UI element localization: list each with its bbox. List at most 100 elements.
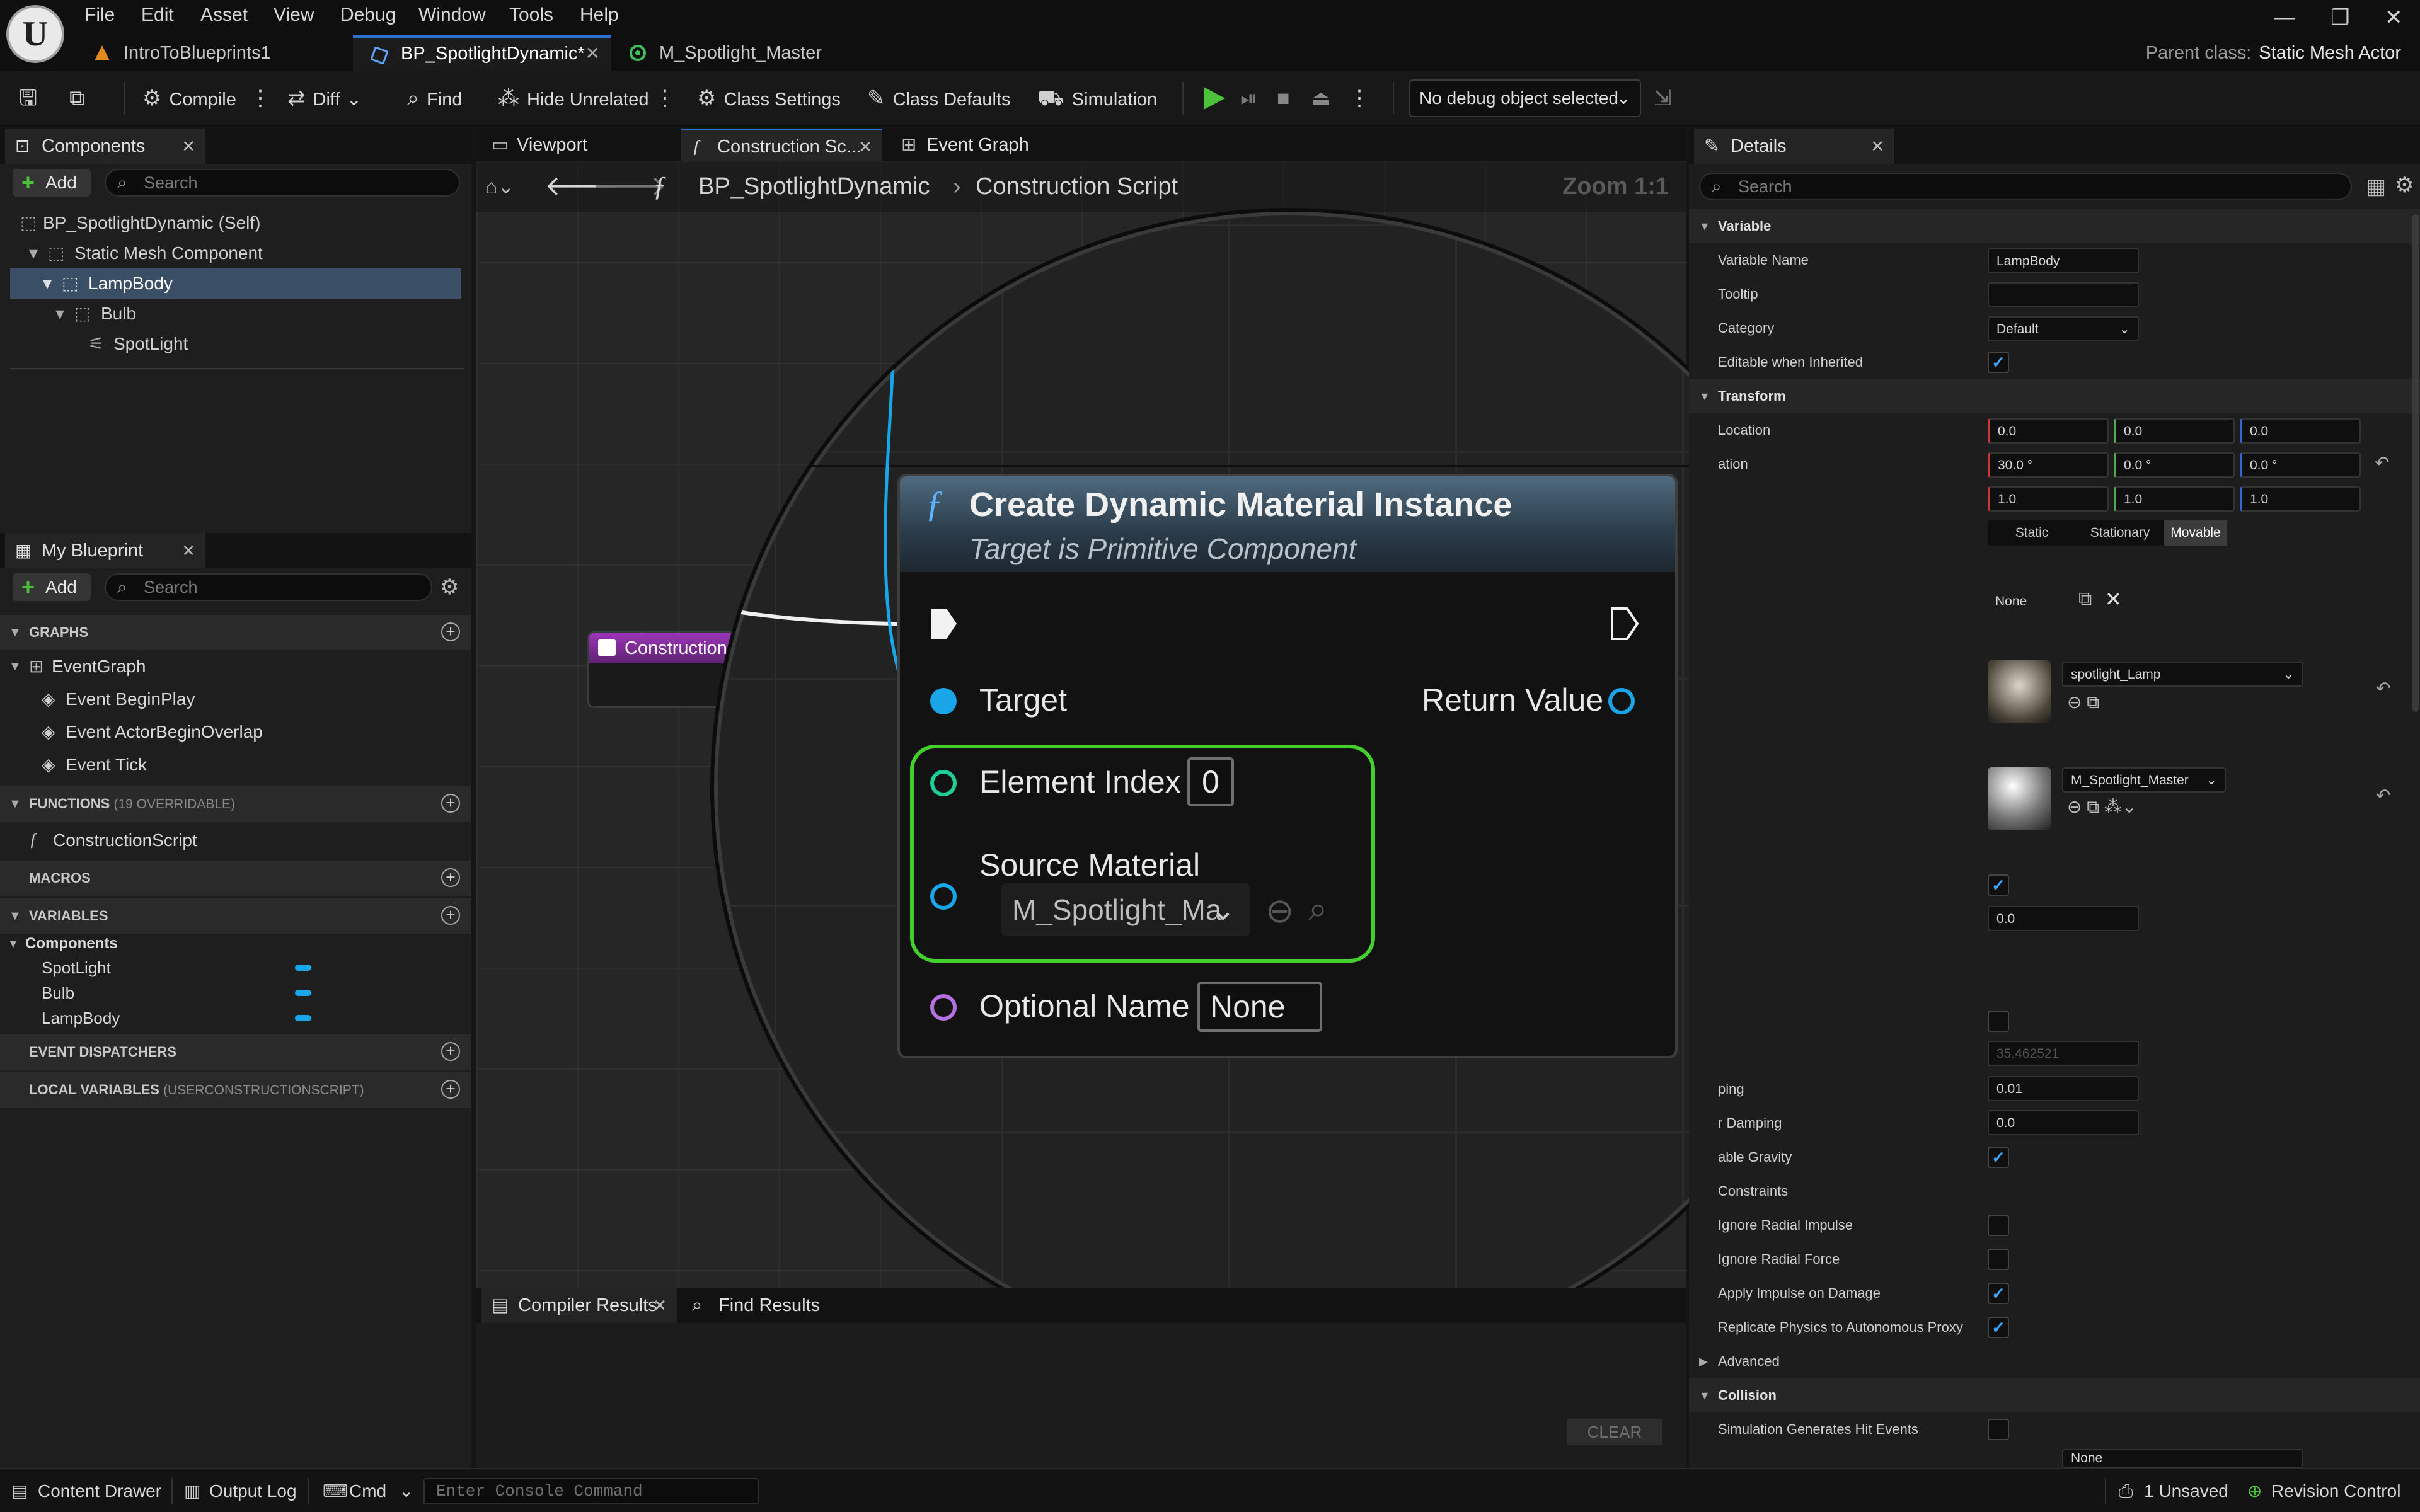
linear-damping-input[interactable]: 0.01 (1988, 1076, 2139, 1101)
ignore-radial-force-checkbox[interactable] (1988, 1249, 2009, 1270)
table-view-icon[interactable]: ▦ (2366, 174, 2386, 199)
enable-gravity-checkbox[interactable]: ✓ (1988, 1147, 2009, 1168)
list-item-eventgraph[interactable]: ▼ ⊞ EventGraph (0, 650, 471, 683)
tab-viewport[interactable]: ▭ Viewport (480, 129, 669, 161)
class-defaults-button[interactable]: ✎ Class Defaults (867, 71, 1010, 126)
tab-event-graph[interactable]: ⊞ Event Graph (890, 129, 1079, 161)
menu-help[interactable]: Help (580, 0, 619, 30)
tree-item-static-mesh-component[interactable]: ▾ ⬚ Static Mesh Component (StaticMeshCom… (10, 238, 461, 293)
browse-icon[interactable]: ⧉ (2078, 588, 2092, 610)
angular-damping-input[interactable]: 0.0 (1988, 1110, 2139, 1135)
close-tab-icon[interactable]: ✕ (182, 129, 195, 164)
tree-item-lampbody[interactable]: ▾ ⬚ LampBody (10, 268, 461, 299)
close-tab-icon[interactable]: ✕ (653, 1288, 667, 1323)
mesh-thumbnail[interactable] (1988, 660, 2051, 723)
variable-lampbody[interactable]: LampBody (0, 1005, 471, 1031)
components-search-input[interactable]: ⌕ Search (105, 169, 460, 197)
variable-bulb[interactable]: Bulb (0, 980, 471, 1005)
add-graph-icon[interactable]: + (441, 622, 460, 641)
scale-z-input[interactable]: 1.0 (2240, 486, 2361, 512)
add-macro-icon[interactable]: + (441, 868, 460, 887)
ignore-radial-impulse-checkbox[interactable] (1988, 1215, 2009, 1236)
material-thumbnail[interactable] (1988, 767, 2051, 830)
tab-my-blueprint[interactable]: ▦ My Blueprint ✕ (5, 533, 205, 568)
close-window-icon[interactable]: ✕ (2385, 5, 2403, 30)
apply-impulse-checkbox[interactable]: ✓ (1988, 1283, 2009, 1304)
mobility-static[interactable]: Static (1988, 520, 2076, 546)
menu-file[interactable]: File (84, 0, 115, 30)
tab-construction-script[interactable]: ƒ Construction Sc... ✕ (681, 129, 882, 161)
menu-debug[interactable]: Debug (340, 0, 396, 30)
replicate-physics-checkbox[interactable]: ✓ (1988, 1317, 2009, 1338)
hide-unrelated-button[interactable]: ⁂ Hide Unrelated (498, 71, 648, 126)
parent-class-value[interactable]: Static Mesh Actor (2259, 43, 2401, 63)
debug-object-select[interactable]: No debug object selected ⌄ (1409, 79, 1641, 117)
add-dispatcher-icon[interactable]: + (441, 1042, 460, 1061)
play-icon[interactable] (1197, 83, 1229, 113)
variable-category-components[interactable]: ▼ Components (0, 930, 471, 958)
variable-name-input[interactable]: LampBody (1988, 248, 2139, 273)
menu-view[interactable]: View (274, 0, 314, 30)
add-function-icon[interactable]: + (441, 794, 460, 813)
details-section-collision[interactable]: ▼ Collision (1689, 1378, 2420, 1412)
eject-icon[interactable]: ⏏ (1311, 71, 1339, 126)
close-tab-icon[interactable]: ✕ (585, 38, 600, 69)
details-scrollbar[interactable] (2412, 214, 2419, 712)
section-macros[interactable]: MACROS + (0, 861, 471, 896)
class-settings-button[interactable]: ⚙ Class Settings (697, 71, 841, 126)
physics-checkbox[interactable]: ✓ (1988, 874, 2009, 896)
add-local-variable-icon[interactable]: + (441, 1080, 460, 1099)
section-local-variables[interactable]: LOCAL VARIABLES (USERCONSTRUCTIONSCRIPT)… (0, 1072, 471, 1108)
add-member-button[interactable]: + Add (13, 573, 91, 601)
section-event-dispatchers[interactable]: EVENT DISPATCHERS + (0, 1034, 471, 1070)
compile-button[interactable]: ⚙ Compile (142, 71, 236, 126)
details-section-transform[interactable]: ▼ Transform (1689, 379, 2420, 413)
unsaved-button[interactable]: ⎙ 1 Unsaved (2119, 1469, 2228, 1512)
restore-icon[interactable]: ❐ (2331, 5, 2349, 30)
section-functions[interactable]: ▼ FUNCTIONS (19 OVERRIDABLE) + (0, 786, 471, 822)
mobility-movable[interactable]: Movable (2164, 520, 2227, 546)
menu-tools[interactable]: Tools (509, 0, 553, 30)
section-graphs[interactable]: ▼ GRAPHS + (0, 615, 471, 650)
tab-components[interactable]: ⊡ Components ✕ (5, 129, 205, 164)
add-component-button[interactable]: + Add (13, 169, 91, 197)
window-tab-introtoblueprints[interactable]: IntroToBlueprints1 (76, 35, 353, 71)
simulation-button[interactable]: ⛟ Simulation (1037, 71, 1157, 126)
window-tab-m-spotlight-master[interactable]: M_Spotlight_Master (611, 35, 876, 71)
my-blueprint-search-input[interactable]: ⌕ Search (105, 573, 432, 601)
tooltip-input[interactable] (1988, 282, 2139, 307)
tab-compiler-results[interactable]: ▤ Compiler Results ✕ (481, 1288, 677, 1323)
mass-override-checkbox[interactable] (1988, 1011, 2009, 1032)
row-constraints[interactable]: Constraints (1689, 1174, 1954, 1208)
tab-find-results[interactable]: ⌕ Find Results (682, 1288, 871, 1323)
exec-out-pin-icon[interactable] (1610, 606, 1640, 641)
list-item-construction-script[interactable]: ƒ ConstructionScript (0, 824, 471, 857)
hide-unrelated-options-icon[interactable]: ⋮ (654, 71, 683, 126)
list-item-event-actorbeginoverlap[interactable]: ◈ Event ActorBeginOverlap (0, 716, 471, 748)
editable-when-inherited-checkbox[interactable]: ✓ (1988, 352, 2009, 373)
use-selected-asset-icon[interactable]: ⊖ ⧉ ⁂⌄ (2067, 796, 2136, 818)
category-dropdown[interactable]: Default ⌄ (1988, 316, 2139, 341)
diff-button[interactable]: ⇄ Diff ⌄ (287, 71, 362, 126)
close-tab-icon[interactable]: ✕ (858, 130, 872, 163)
breadcrumb-current[interactable]: Construction Script (976, 161, 1178, 212)
reset-to-default-icon[interactable]: ↶ (2375, 452, 2389, 473)
close-tab-icon[interactable]: ✕ (182, 533, 195, 568)
tree-item-spotlight[interactable]: ⚟ SpotLight (10, 329, 461, 359)
minimize-icon[interactable]: — (2274, 5, 2295, 30)
return-value-pin-icon[interactable] (1608, 688, 1635, 714)
revision-control-button[interactable]: ⊕ Revision Control (2247, 1469, 2400, 1512)
stop-icon[interactable]: ■ (1277, 71, 1298, 126)
tab-details[interactable]: ✎ Details ✕ (1694, 129, 1894, 164)
variable-spotlight[interactable]: SpotLight (0, 955, 471, 980)
exec-in-pin-icon[interactable] (929, 606, 959, 641)
find-button[interactable]: ⌕ Find (407, 71, 462, 126)
console-command-input[interactable]: Enter Console Command (424, 1478, 759, 1504)
material-dropdown[interactable]: M_Spotlight_Master ⌄ (2062, 767, 2226, 793)
location-z-input[interactable]: 0.0 (2240, 418, 2361, 444)
menu-asset[interactable]: Asset (200, 0, 248, 30)
tree-item-self[interactable]: ⬚ BP_SpotlightDynamic (Self) (10, 208, 461, 238)
reset-to-default-icon[interactable]: ↶ (2376, 785, 2390, 806)
browse-icon[interactable]: ⧉ (69, 71, 92, 126)
rotation-y-input[interactable]: 0.0 ° (2114, 452, 2235, 478)
